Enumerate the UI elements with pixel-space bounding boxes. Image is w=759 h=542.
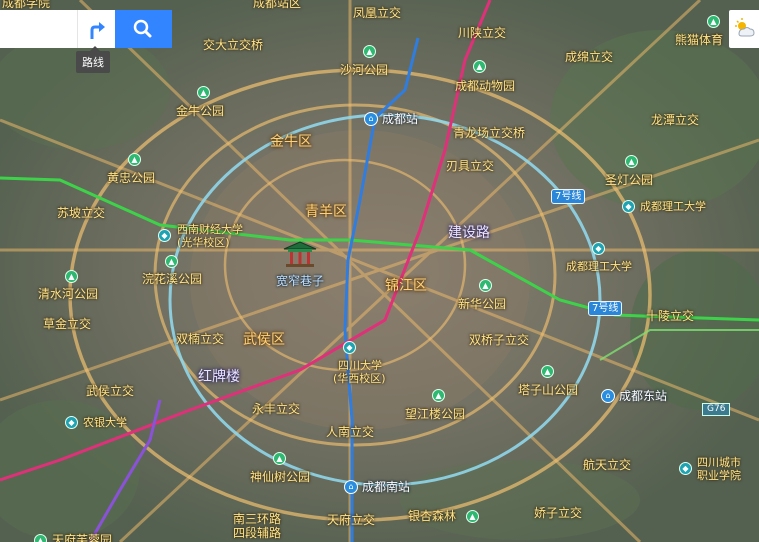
place-label: 川陕立交 [458, 26, 507, 40]
park-icon: ▲ [473, 60, 486, 73]
place-label: 天府立交 [327, 513, 376, 527]
place-label: 银杏森林 [408, 509, 457, 523]
place-label: (光华校区) [177, 236, 230, 249]
school-icon: ◆ [343, 341, 356, 354]
place-label: 龙潭立交 [651, 113, 700, 127]
weather-icon [735, 18, 755, 37]
place-label: 航天立交 [583, 458, 632, 472]
park-icon: ▲ [34, 534, 47, 542]
place-label: 成都理工大学 [640, 200, 706, 213]
place-label: 成都学院 [2, 0, 51, 10]
metro-line-badge: 7号线 [588, 301, 623, 316]
place-label: 双桥子立交 [469, 333, 530, 347]
park-icon: ▲ [363, 45, 376, 58]
place-label: 成都站区 [253, 0, 302, 10]
place-label: 凤凰立交 [353, 6, 402, 20]
park-icon: ▲ [273, 452, 286, 465]
place-label: 清水河公园 [38, 287, 99, 301]
place-label: 黄忠公园 [107, 171, 156, 185]
place-label: 浣花溪公园 [142, 272, 203, 286]
district-wuhou: 武侯区 [243, 332, 285, 348]
place-label: 双楠立交 [176, 332, 225, 346]
place-label: 成都理工大学 [566, 260, 632, 273]
place-label: 新华公园 [458, 297, 507, 311]
place-label: 四川大学 [338, 359, 382, 372]
place-label: 苏坡立交 [57, 206, 106, 220]
highway-shield: G76 [702, 403, 731, 416]
place-label: 永丰立交 [252, 402, 301, 416]
place-label: 天府芙蓉园 [52, 533, 113, 542]
park-icon: ▲ [466, 510, 479, 523]
park-icon: ▲ [165, 255, 178, 268]
place-label: 沙河公园 [340, 63, 389, 77]
park-icon: ▲ [541, 365, 554, 378]
landmark-pavilion-icon [282, 240, 318, 268]
route-icon [90, 22, 105, 39]
district-jinjiang: 锦江区 [385, 278, 427, 294]
place-label: 成都动物园 [455, 79, 516, 93]
district-jinniu: 金牛区 [270, 134, 312, 150]
place-label: 青龙场立交桥 [453, 126, 526, 140]
place-label: 熊猫体育 [675, 33, 724, 47]
school-icon: ◆ [65, 416, 78, 429]
search-button[interactable] [115, 10, 172, 48]
place-label: 草金立交 [43, 317, 92, 331]
place-label: 四川城市 [697, 456, 741, 469]
place-label: 成都站 [382, 112, 419, 126]
park-icon: ▲ [625, 155, 638, 168]
place-label: 四段辅路 [233, 526, 282, 540]
place-label: 成都南站 [362, 480, 411, 494]
place-label: 职业学院 [697, 469, 741, 482]
place-label: 南三环路 [233, 512, 282, 526]
place-label: 人南立交 [326, 425, 375, 439]
park-icon: ▲ [65, 270, 78, 283]
route-tooltip: 路线 [76, 46, 110, 73]
school-icon: ◆ [622, 200, 635, 213]
place-label: 圣灯公园 [605, 173, 654, 187]
metro-line-badge: 7号线 [551, 189, 586, 204]
search-input[interactable] [0, 10, 78, 48]
place-label: 宽窄巷子 [276, 274, 325, 288]
road-jiansheilu: 建设路 [448, 225, 490, 241]
place-label: 成都东站 [619, 389, 668, 403]
place-label: 成绵立交 [565, 50, 614, 64]
place-label: 武侯立交 [86, 384, 135, 398]
place-label: 神仙树公园 [250, 470, 311, 484]
place-label: 娇子立交 [534, 506, 583, 520]
district-qingyang: 青羊区 [305, 204, 347, 220]
park-icon: ▲ [197, 86, 210, 99]
school-icon: ◆ [158, 229, 171, 242]
place-label: 交大立交桥 [203, 38, 264, 52]
place-label: 塔子山公园 [518, 383, 579, 397]
school-icon: ◆ [592, 242, 605, 255]
park-icon: ▲ [432, 389, 445, 402]
weather-button[interactable] [729, 10, 759, 48]
map-base-layer [0, 0, 759, 542]
park-icon: ▲ [479, 279, 492, 292]
map-canvas[interactable]: 金牛区 青羊区 锦江区 武侯区 建设路 红牌楼 成都学院 成都站区 凤凰立交 川… [0, 0, 759, 542]
park-icon: ▲ [707, 15, 720, 28]
road-hongpailou: 红牌楼 [198, 369, 240, 385]
park-icon: ▲ [128, 153, 141, 166]
place-label: 农银大学 [83, 416, 127, 429]
train-station-icon: ⌂ [601, 389, 615, 403]
route-button[interactable] [77, 10, 115, 48]
search-icon [133, 19, 152, 38]
place-label: 十陵立交 [646, 309, 695, 323]
school-icon: ◆ [679, 462, 692, 475]
place-label: 金牛公园 [176, 104, 225, 118]
place-label: (华西校区) [333, 372, 386, 385]
place-label: 西南财经大学 [177, 223, 243, 236]
train-station-icon: ⌂ [344, 480, 358, 494]
train-station-icon: ⌂ [364, 112, 378, 126]
place-label: 望江楼公园 [405, 407, 466, 421]
place-label: 刃具立交 [446, 159, 495, 173]
